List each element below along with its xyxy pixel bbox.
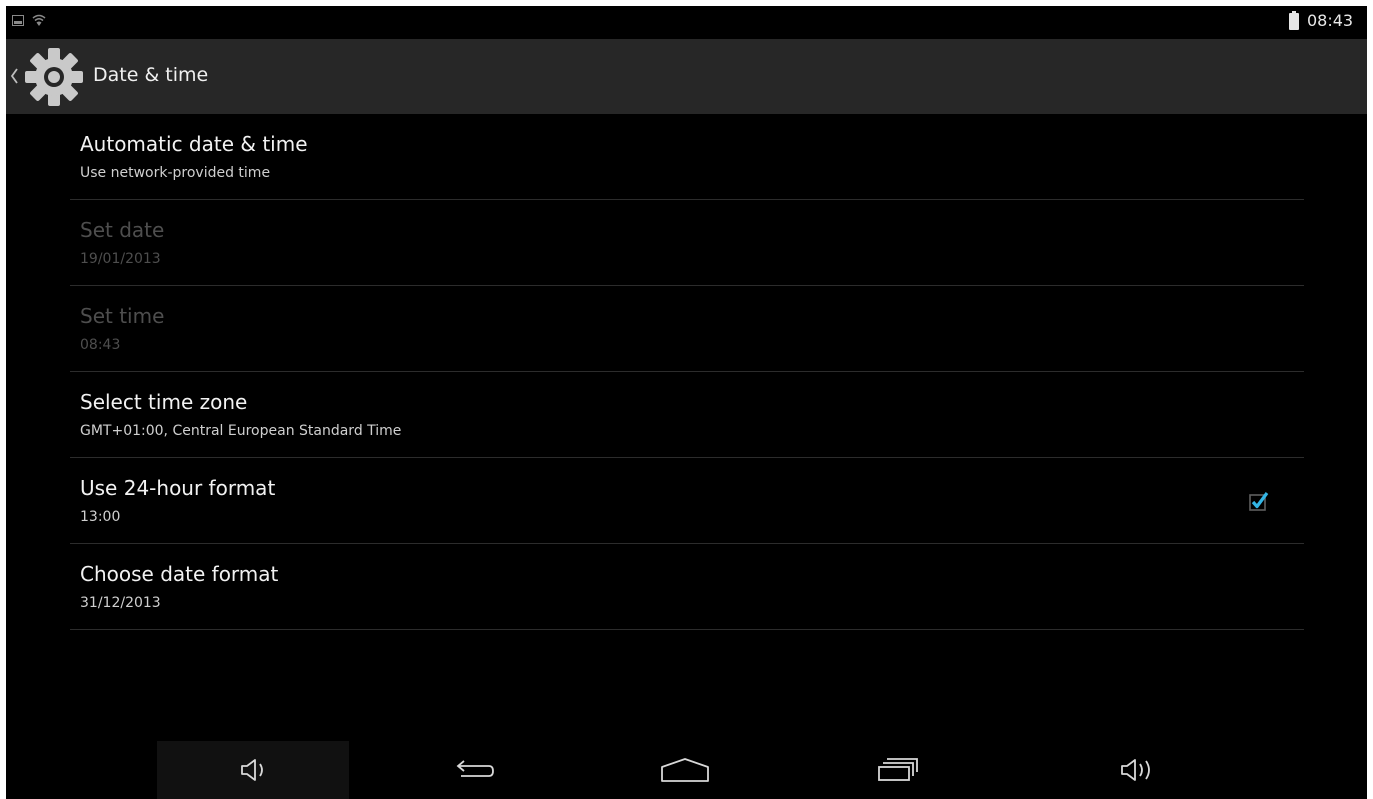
setting-summary: 08:43 [80, 337, 121, 353]
setting-title: Choose date format [80, 562, 279, 586]
gear-icon [25, 48, 83, 106]
volume-up-icon [1121, 759, 1150, 781]
checkbox-24-hour-format[interactable] [1248, 490, 1270, 512]
setting-set-date: Set date 19/01/2013 [70, 200, 1304, 286]
setting-title: Use 24-hour format [80, 476, 276, 500]
battery-icon [1289, 11, 1299, 30]
status-clock: 08:43 [1307, 11, 1354, 30]
setting-summary: 31/12/2013 [80, 595, 161, 611]
page-title: Date & time [93, 64, 209, 86]
up-navigation[interactable]: Date & time [6, 39, 276, 114]
home-button[interactable] [589, 741, 781, 799]
recent-apps-icon [878, 758, 918, 781]
setting-choose-date-format[interactable]: Choose date format 31/12/2013 [70, 544, 1304, 630]
setting-set-time: Set time 08:43 [70, 286, 1304, 372]
wifi-icon [32, 14, 46, 26]
setting-title: Automatic date & time [80, 132, 308, 156]
volume-down-icon [241, 759, 263, 781]
action-bar: Date & time [6, 39, 1367, 114]
setting-automatic-date-time[interactable]: Automatic date & time Use network-provid… [70, 114, 1304, 200]
volume-down-button[interactable] [157, 741, 349, 799]
chevron-left-icon [10, 68, 18, 84]
setting-select-time-zone[interactable]: Select time zone GMT+01:00, Central Euro… [70, 372, 1304, 458]
setting-title: Select time zone [80, 390, 248, 414]
setting-use-24-hour-format[interactable]: Use 24-hour format 13:00 [70, 458, 1304, 544]
back-icon [456, 760, 494, 777]
setting-summary: GMT+01:00, Central European Standard Tim… [80, 423, 402, 439]
setting-title: Set time [80, 304, 165, 328]
device-screen: 08:43 Date & time Automatic date & time … [6, 6, 1367, 799]
volume-up-button[interactable] [1042, 741, 1234, 799]
setting-summary: 13:00 [80, 509, 121, 525]
navigation-bar [6, 741, 1367, 799]
setting-title: Set date [80, 218, 165, 242]
home-icon [661, 758, 709, 782]
setting-summary: 19/01/2013 [80, 251, 161, 267]
settings-list: Automatic date & time Use network-provid… [70, 114, 1304, 630]
back-button[interactable] [377, 741, 569, 799]
screenshot-icon [12, 15, 24, 26]
setting-summary: Use network-provided time [80, 165, 271, 181]
recent-apps-button[interactable] [802, 741, 994, 799]
status-bar: 08:43 [6, 6, 1367, 39]
